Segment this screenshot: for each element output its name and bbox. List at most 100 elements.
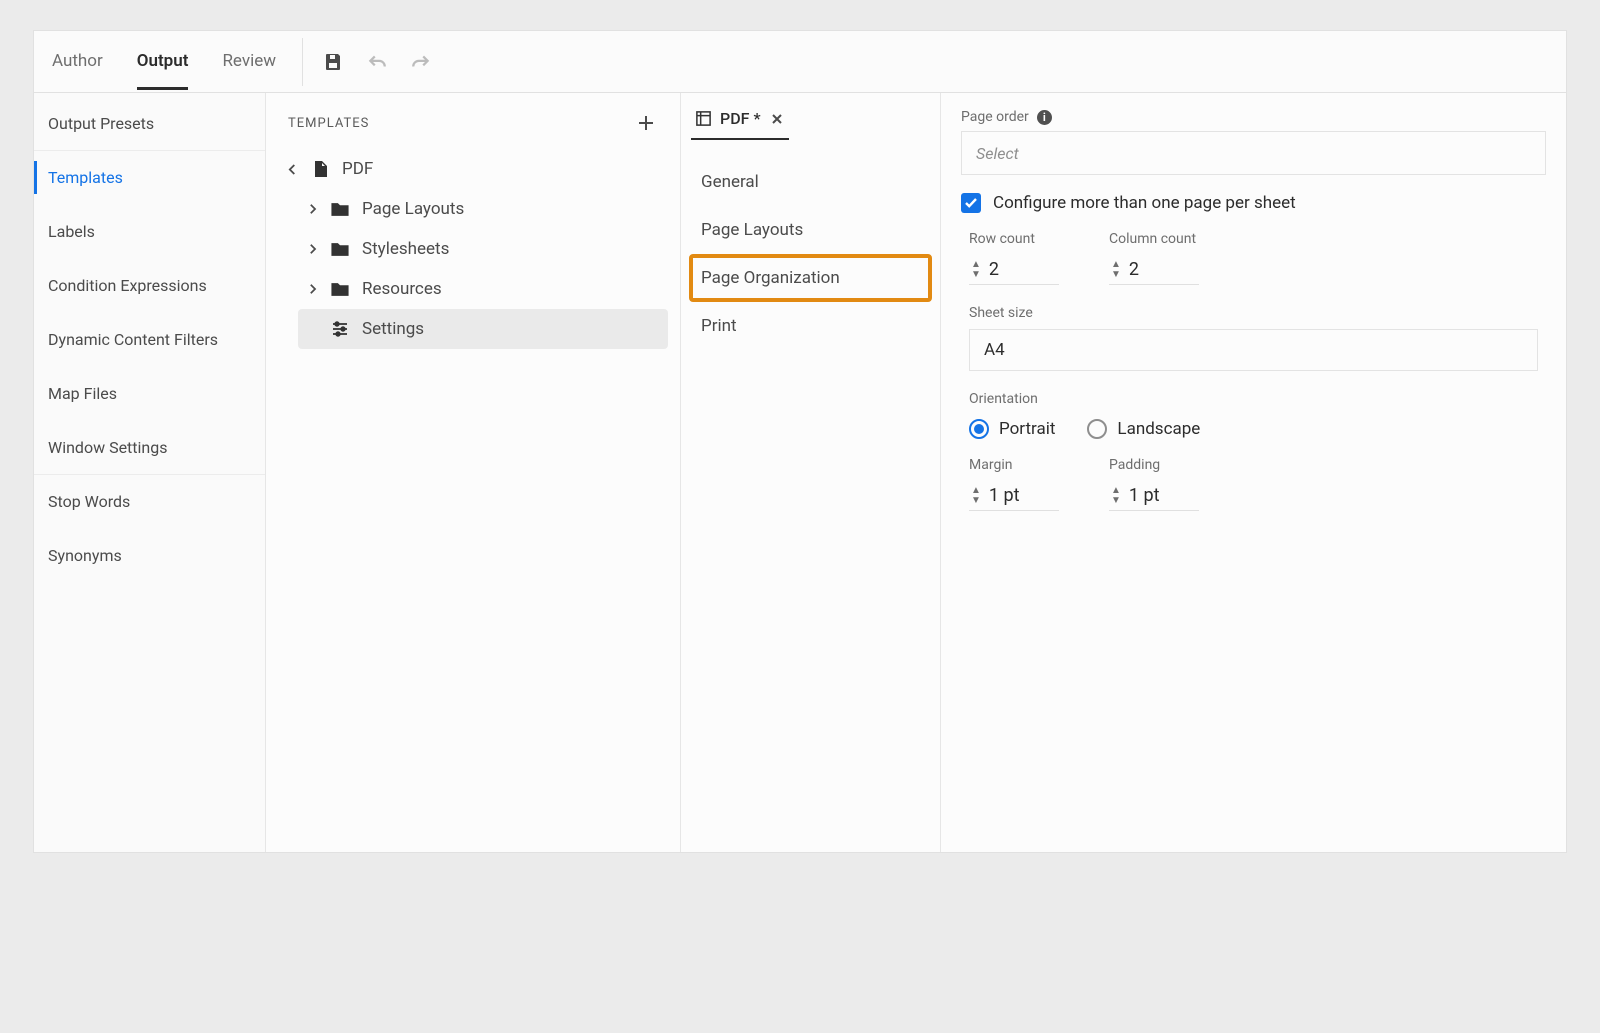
sidebar-item-map-files[interactable]: Map Files [34,367,265,421]
sub-tab-pdf[interactable]: PDF * [691,101,789,140]
page-order-select[interactable]: Select [961,131,1546,175]
close-icon[interactable] [769,113,785,125]
sidebar-item-dynamic-content-filters[interactable]: Dynamic Content Filters [34,313,265,367]
tree-item-resources[interactable]: Resources [298,269,668,309]
step-down-icon: ▼ [971,271,981,279]
chevron-right-icon [306,203,318,215]
column-count-stepper[interactable]: ▲▼ 2 [1109,255,1199,285]
column-count-value: 2 [1129,259,1139,280]
radio-portrait-label: Portrait [999,419,1055,439]
row-count-value: 2 [989,259,999,280]
step-down-icon: ▼ [971,497,981,505]
row-col-count: Row count ▲▼ 2 Column count ▲▼ 2 [941,231,1566,285]
radio-portrait[interactable]: Portrait [969,419,1055,439]
tree-item-label: Settings [362,319,424,339]
sub-item-general[interactable]: General [689,158,932,206]
chevron-right-icon [306,243,318,255]
page-order-row: Page order i Select [941,109,1566,175]
margin-value: 1 pt [989,485,1020,506]
templates-header: TEMPLATES [266,93,680,147]
sub-item-page-layouts[interactable]: Page Layouts [689,206,932,254]
tab-author[interactable]: Author [52,33,103,90]
sidebar-item-condition-expressions[interactable]: Condition Expressions [34,259,265,313]
chevron-right-icon [306,283,318,295]
sidebar-item-templates[interactable]: Templates [34,151,265,205]
tab-review[interactable]: Review [222,33,276,90]
folder-icon [330,199,350,219]
tree-item-label: Resources [362,279,442,299]
tree-root-label: PDF [342,159,373,179]
chevron-left-icon [286,163,298,176]
folder-icon [330,279,350,299]
row-count-stepper[interactable]: ▲▼ 2 [969,255,1059,285]
settings-sub-panel: PDF * General Page Layouts Page Organiza… [681,93,941,852]
stepper-arrows[interactable]: ▲▼ [1111,261,1121,279]
page-order-label-row: Page order i [961,109,1546,125]
sidebar-item-output-presets[interactable]: Output Presets [34,97,265,151]
top-bar: Author Output Review [34,31,1566,93]
page-order-label: Page order [961,109,1029,125]
sub-item-page-organization[interactable]: Page Organization [689,254,932,302]
tree-item-label: Page Layouts [362,199,464,219]
document-icon [695,110,712,127]
margin-padding-row: Margin ▲▼ 1 pt Padding ▲▼ 1 pt [941,457,1566,511]
tree-item-stylesheets[interactable]: Stylesheets [298,229,668,269]
step-down-icon: ▼ [1111,271,1121,279]
column-count-field: Column count ▲▼ 2 [1109,231,1199,285]
padding-field: Padding ▲▼ 1 pt [1109,457,1199,511]
step-down-icon: ▼ [1111,497,1121,505]
stepper-arrows[interactable]: ▲▼ [971,487,981,505]
sidebar-item-stop-words[interactable]: Stop Words [34,475,265,529]
padding-label: Padding [1109,457,1199,473]
margin-label: Margin [969,457,1059,473]
templates-title: TEMPLATES [288,116,369,131]
properties-panel: Page order i Select Configure more than … [941,93,1566,852]
redo-icon[interactable] [411,52,431,72]
tree-item-label: Stylesheets [362,239,449,259]
pdf-file-icon [310,159,330,179]
padding-value: 1 pt [1129,485,1160,506]
configure-label: Configure more than one page per sheet [993,193,1296,213]
row-count-label: Row count [969,231,1059,247]
tree-item-settings[interactable]: Settings [298,309,668,349]
toolbar-icons [323,52,431,72]
radio-landscape-label: Landscape [1117,419,1200,439]
save-icon[interactable] [323,52,343,72]
configure-checkbox-row[interactable]: Configure more than one page per sheet [941,193,1566,213]
body: Output Presets Templates Labels Conditio… [34,93,1566,852]
column-count-label: Column count [1109,231,1199,247]
main-tabs: Author Output Review [34,31,294,92]
orientation-row: Orientation [941,391,1566,407]
step-up-icon: ▲ [971,487,981,495]
settings-sliders-icon [330,319,350,339]
sheet-size-select[interactable]: A4 [969,329,1538,371]
radio-unchecked-icon [1087,419,1107,439]
sheet-size-label: Sheet size [969,305,1538,321]
sub-list: General Page Layouts Page Organization P… [681,140,940,368]
step-up-icon: ▲ [971,261,981,269]
stepper-arrows[interactable]: ▲▼ [971,261,981,279]
sidebar-item-labels[interactable]: Labels [34,205,265,259]
sidebar-item-synonyms[interactable]: Synonyms [34,529,265,583]
info-icon[interactable]: i [1037,110,1052,125]
radio-checked-icon [969,419,989,439]
orientation-label: Orientation [969,391,1538,407]
padding-stepper[interactable]: ▲▼ 1 pt [1109,481,1199,511]
sub-item-print[interactable]: Print [689,302,932,350]
radio-landscape[interactable]: Landscape [1087,419,1200,439]
templates-panel: TEMPLATES PDF [266,93,681,852]
margin-stepper[interactable]: ▲▼ 1 pt [969,481,1059,511]
tree-item-page-layouts[interactable]: Page Layouts [298,189,668,229]
row-count-field: Row count ▲▼ 2 [969,231,1059,285]
undo-icon[interactable] [367,52,387,72]
add-template-icon[interactable] [634,111,658,135]
margin-field: Margin ▲▼ 1 pt [969,457,1059,511]
stepper-arrows[interactable]: ▲▼ [1111,487,1121,505]
tab-output[interactable]: Output [137,33,189,90]
step-up-icon: ▲ [1111,487,1121,495]
tree-children: Page Layouts Stylesheets [298,189,668,349]
checkbox-checked-icon[interactable] [961,193,981,213]
tree-root-pdf[interactable]: PDF [278,149,668,189]
sidebar-item-window-settings[interactable]: Window Settings [34,421,265,475]
app-window: Author Output Review Output Presets Temp… [33,30,1567,853]
